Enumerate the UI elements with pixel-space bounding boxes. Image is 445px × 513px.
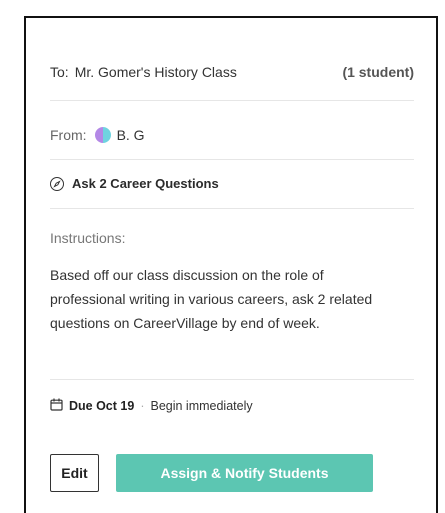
divider (50, 100, 414, 101)
from-label: From: (50, 127, 87, 143)
instructions-label: Instructions: (50, 230, 126, 246)
begin-label: Begin immediately (150, 399, 253, 413)
to-label: To: (50, 64, 69, 80)
divider (50, 159, 414, 160)
calendar-icon (50, 398, 63, 414)
sender-row: From: B. G (50, 127, 414, 143)
sender-name: B. G (116, 127, 145, 143)
assign-notify-button[interactable]: Assign & Notify Students (116, 454, 373, 492)
assignment-card: To: Mr. Gomer's History Class (1 student)… (24, 16, 438, 513)
instructions-text: Based off our class discussion on the ro… (50, 267, 373, 331)
separator-dot: · (140, 399, 145, 413)
due-row: Due Oct 19 · Begin immediately (50, 398, 414, 414)
recipient-row: To: Mr. Gomer's History Class (1 student) (50, 64, 414, 80)
assignment-title-row: Ask 2 Career Questions (50, 176, 414, 191)
class-name: Mr. Gomer's History Class (74, 64, 237, 80)
student-count: (1 student) (342, 64, 414, 80)
edit-button[interactable]: Edit (50, 454, 99, 492)
divider (50, 379, 414, 380)
compass-icon (50, 176, 64, 191)
assignment-title: Ask 2 Career Questions (72, 176, 219, 191)
avatar (94, 127, 111, 143)
due-date: Due Oct 19 (69, 399, 135, 413)
divider (50, 208, 414, 209)
